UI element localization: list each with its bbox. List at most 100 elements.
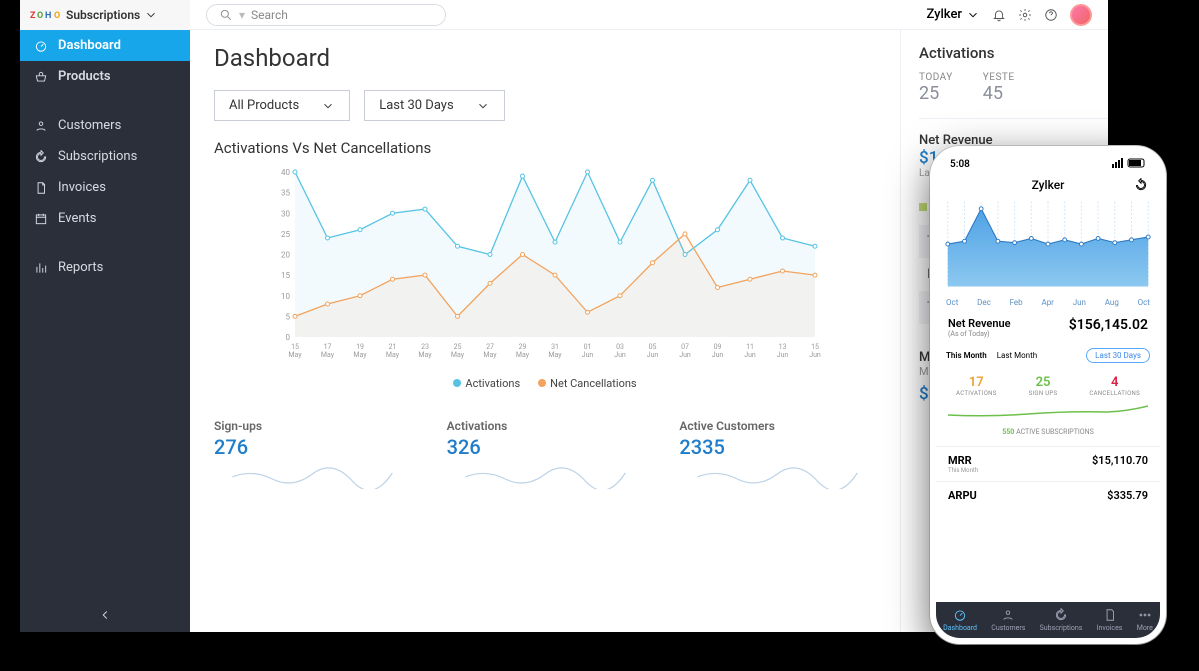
svg-text:5: 5 — [286, 312, 291, 321]
doc-icon — [34, 181, 48, 195]
svg-text:May: May — [548, 351, 562, 359]
svg-text:Z: Z — [30, 11, 36, 21]
phone-nav-dashboard[interactable]: Dashboard — [943, 608, 977, 632]
svg-text:20: 20 — [281, 251, 290, 260]
phone-net-revenue-value: $156,145.02 — [1069, 317, 1148, 333]
avatar[interactable] — [1070, 4, 1092, 26]
help-button[interactable] — [1044, 8, 1058, 22]
sidebar-item-invoices[interactable]: Invoices — [20, 172, 190, 203]
svg-text:30: 30 — [281, 209, 290, 218]
svg-text:15: 15 — [281, 271, 290, 280]
svg-text:Jun: Jun — [582, 351, 594, 359]
phone-nav-more[interactable]: More — [1137, 608, 1153, 632]
svg-text:13: 13 — [779, 343, 787, 351]
svg-text:05: 05 — [649, 343, 657, 351]
page-title: Dashboard — [214, 44, 876, 72]
main-chart: 051015202530354015May17May19May21May23Ma… — [214, 167, 876, 397]
settings-button[interactable] — [1018, 8, 1032, 22]
svg-text:29: 29 — [519, 343, 527, 351]
sidebar-item-subscriptions[interactable]: Subscriptions — [20, 141, 190, 172]
topbar: ▾ Search Zylker — [190, 0, 1108, 30]
phone-nav-customers[interactable]: Customers — [991, 608, 1025, 632]
activations-yesterday: 45 — [983, 83, 1015, 104]
svg-text:May: May — [288, 351, 302, 359]
svg-text:0: 0 — [286, 333, 291, 342]
phone-row-arpu[interactable]: ARPU$335.79 — [936, 481, 1160, 509]
person-icon — [34, 119, 48, 133]
phone-mock: 5:08 Zylker OctDecFebAprJunAugOct Net Re… — [930, 146, 1166, 644]
svg-text:Jun: Jun — [809, 351, 821, 359]
chart-title: Activations Vs Net Cancellations — [214, 139, 876, 157]
sidebar-item-customers[interactable]: Customers — [20, 110, 190, 141]
phone-stat-activations: 17ACTIVATIONS — [956, 375, 997, 397]
svg-text:May: May — [386, 351, 400, 359]
svg-text:21: 21 — [389, 343, 397, 351]
svg-text:23: 23 — [421, 343, 429, 351]
stat-card-activations: Activations326 — [447, 419, 644, 493]
svg-text:May: May — [483, 351, 497, 359]
phone-nav-invoices[interactable]: Invoices — [1097, 608, 1123, 632]
svg-text:01: 01 — [584, 343, 592, 351]
brand[interactable]: ZOHO Subscriptions — [20, 0, 190, 30]
svg-text:Jun: Jun — [614, 351, 626, 359]
sidebar-collapse[interactable] — [20, 598, 190, 632]
brand-name: Subscriptions — [66, 8, 140, 22]
phone-tab-0[interactable]: This Month — [946, 351, 987, 360]
phone-stat-cancellations: 4CANCELLATIONS — [1089, 375, 1140, 397]
chevron-down-icon — [321, 99, 335, 113]
svg-text:25: 25 — [454, 343, 462, 351]
sidebar-item-reports[interactable]: Reports — [20, 252, 190, 283]
svg-text:May: May — [516, 351, 530, 359]
activations-today: 25 — [919, 83, 953, 104]
svg-text:O: O — [54, 11, 60, 21]
svg-text:May: May — [418, 351, 432, 359]
sidebar-item-products[interactable]: Products — [20, 61, 190, 92]
basket-icon — [34, 70, 48, 84]
org-switcher[interactable]: Zylker — [926, 7, 980, 22]
svg-text:11: 11 — [746, 343, 754, 351]
svg-text:O: O — [37, 11, 43, 21]
bars-icon — [34, 261, 48, 275]
activations-heading: Activations — [919, 44, 1108, 62]
sidebar: ZOHO Subscriptions DashboardProductsCust… — [20, 0, 190, 632]
svg-text:15: 15 — [811, 343, 819, 351]
svg-text:17: 17 — [324, 343, 332, 351]
zoho-logo: ZOHO — [30, 9, 62, 21]
calendar-icon — [34, 212, 48, 226]
phone-nav-subscriptions[interactable]: Subscriptions — [1040, 608, 1083, 632]
svg-text:35: 35 — [281, 189, 290, 198]
svg-text:25: 25 — [281, 230, 290, 239]
svg-text:Jun: Jun — [679, 351, 691, 359]
product-filter[interactable]: All Products — [214, 90, 350, 121]
svg-text:40: 40 — [281, 168, 290, 177]
search-placeholder: Search — [251, 8, 288, 22]
chevron-down-icon — [476, 99, 490, 113]
cycle-icon — [34, 150, 48, 164]
sidebar-item-dashboard[interactable]: Dashboard — [20, 30, 190, 61]
phone-tab-2[interactable]: Last 30 Days — [1086, 348, 1150, 363]
stat-card-active-customers: Active Customers2335 — [679, 419, 876, 493]
phone-tab-1[interactable]: Last Month — [997, 351, 1037, 360]
sidebar-item-events[interactable]: Events — [20, 203, 190, 234]
notifications-button[interactable] — [992, 8, 1006, 22]
svg-text:H: H — [45, 11, 51, 21]
active-subscriptions: 550 ACTIVE SUBSCRIPTIONS — [936, 425, 1160, 446]
svg-text:Jun: Jun — [777, 351, 789, 359]
svg-text:03: 03 — [616, 343, 624, 351]
range-filter[interactable]: Last 30 Days — [364, 90, 504, 121]
help-icon — [1044, 8, 1058, 22]
refresh-icon[interactable] — [1134, 178, 1148, 192]
bell-icon — [992, 8, 1006, 22]
gauge-icon — [34, 39, 48, 53]
phone-title: Zylker — [1032, 178, 1065, 192]
svg-text:Jun: Jun — [744, 351, 756, 359]
search-input[interactable]: ▾ Search — [206, 4, 446, 26]
chevron-left-icon — [98, 608, 112, 622]
svg-text:31: 31 — [551, 343, 559, 351]
phone-row-mrr[interactable]: MRRThis Month$15,110.70 — [936, 446, 1160, 481]
svg-text:15: 15 — [291, 343, 299, 351]
phone-chart — [936, 196, 1160, 296]
phone-stat-sign ups: 25SIGN UPS — [1029, 375, 1058, 397]
signal-icon — [1112, 158, 1146, 168]
chevron-down-icon — [144, 8, 158, 22]
